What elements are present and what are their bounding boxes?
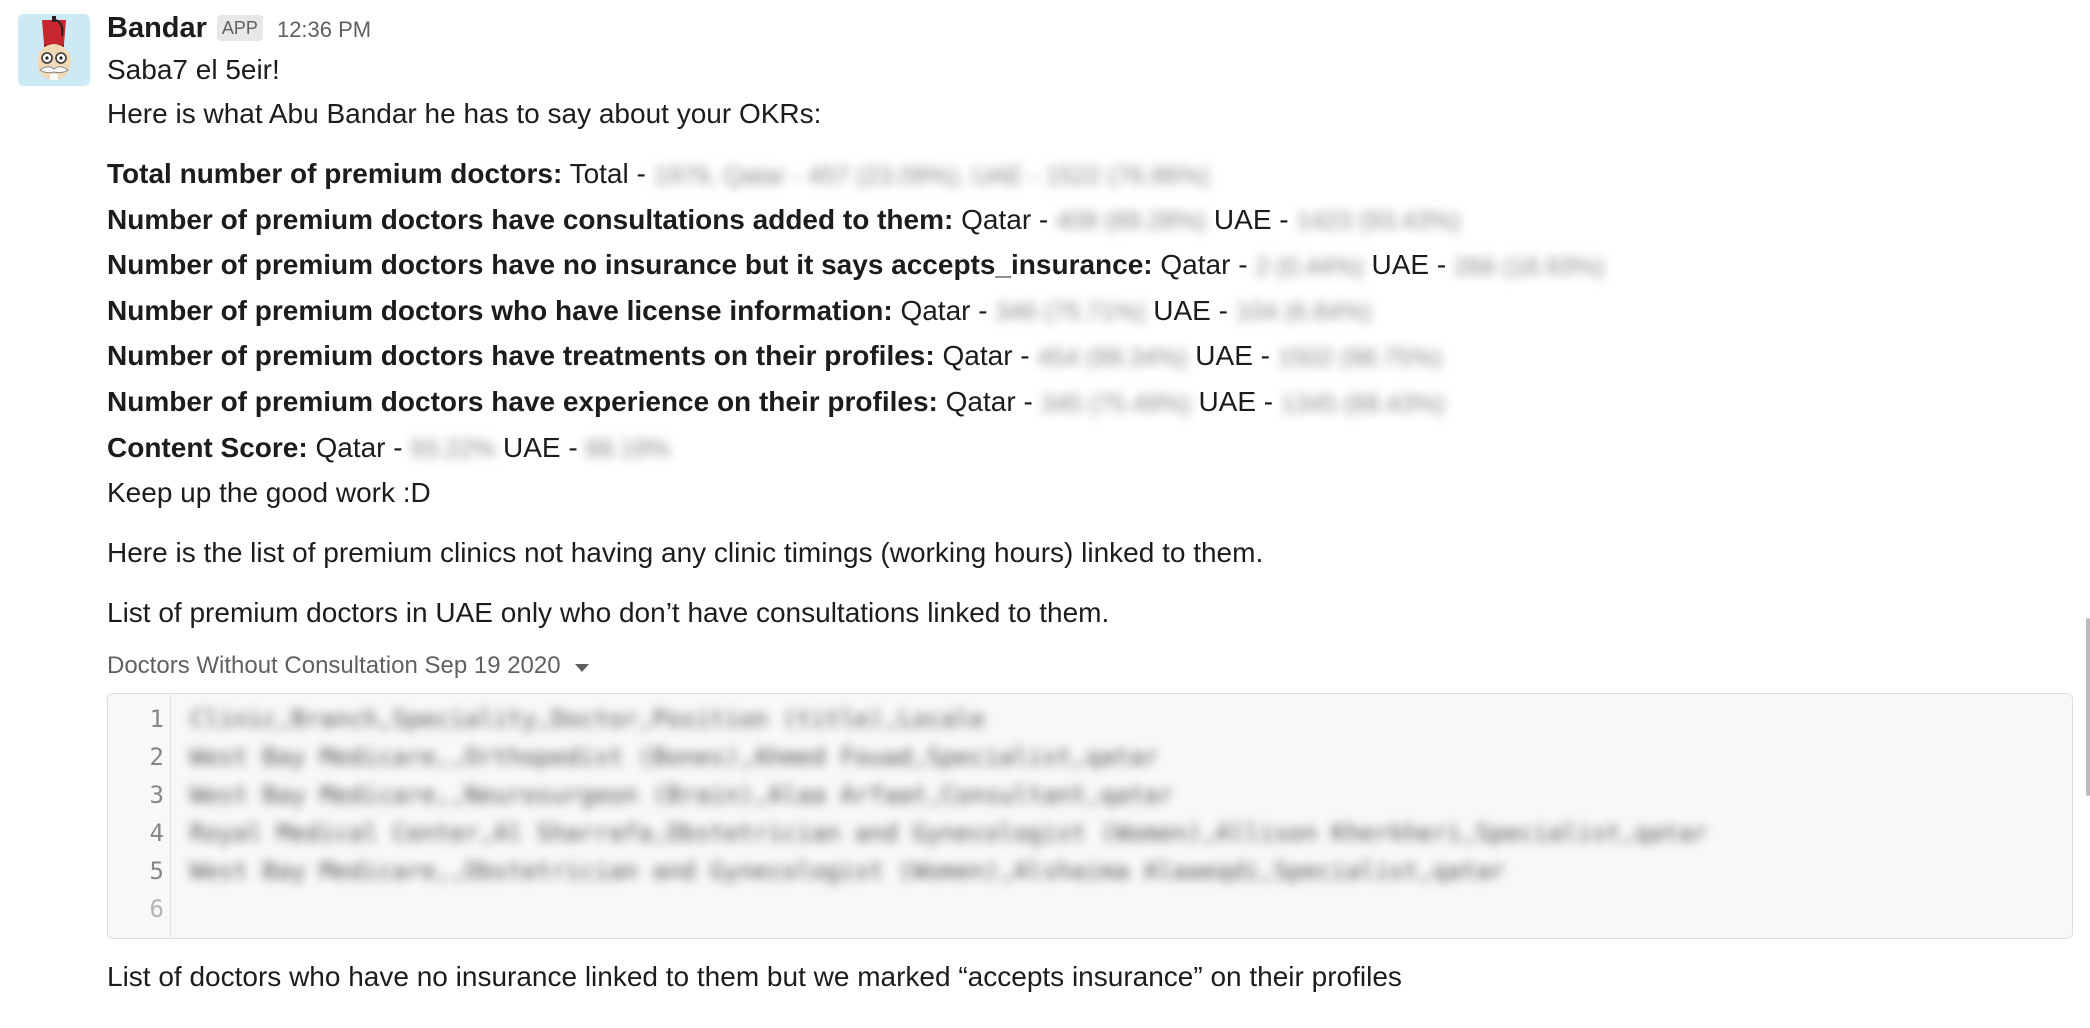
stat-label: Number of premium doctors have no insura…	[107, 249, 1153, 281]
snippet-title[interactable]: Doctors Without Consultation Sep 19 2020	[107, 649, 561, 683]
doctors-note: List of premium doctors in UAE only who …	[107, 597, 1110, 629]
stat-region-label: Qatar -	[942, 340, 1038, 372]
line-text: Royal Medical Center,Al Sharrafa,Obstetr…	[190, 819, 1708, 848]
line-text: West Bay Medicare,,Neurosurgeon (Brain),…	[190, 781, 1173, 810]
stat-label: Number of premium doctors have treatment…	[107, 340, 935, 372]
stat-label: Number of premium doctors have experienc…	[107, 386, 938, 418]
closing-text: Keep up the good work :D	[107, 477, 431, 509]
code-line: 1 Clinic,Branch,Speciality,Doctor,Positi…	[108, 700, 2072, 738]
stat-license: Number of premium doctors who have licen…	[107, 289, 2067, 335]
app-badge: APP	[216, 15, 263, 41]
sender-name[interactable]: Bandar	[107, 12, 207, 45]
code-line: 2 West Bay Medicare,,Orthopedist (Bones)…	[108, 738, 2072, 776]
message-header: Bandar APP 12:36 PM	[107, 8, 2067, 48]
stat-insurance: Number of premium doctors have no insura…	[107, 243, 2067, 289]
line-number: 1	[149, 705, 164, 734]
code-line: 5 West Bay Medicare,,Obstetrician and Gy…	[108, 852, 2072, 890]
line-text: Clinic,Branch,Speciality,Doctor,Position…	[190, 705, 985, 734]
stat-consultations: Number of premium doctors have consultat…	[107, 198, 2067, 244]
line-number: 2	[149, 743, 164, 772]
redacted-value: 1979, Qatar - 457 (23.09%), UAE - 1522 (…	[653, 161, 1210, 190]
stat-treatments: Number of premium doctors have treatment…	[107, 334, 2067, 380]
stat-label: Content Score:	[107, 431, 308, 463]
redacted-value: 1423 (93.43%)	[1296, 207, 1461, 236]
code-line: 4 Royal Medical Center,Al Sharrafa,Obste…	[108, 814, 2072, 852]
stat-experience: Number of premium doctors have experienc…	[107, 380, 2067, 426]
fez-man-icon	[18, 14, 90, 86]
line-number: 6	[149, 895, 164, 924]
scrollbar[interactable]	[2086, 618, 2090, 796]
code-line: 6	[108, 890, 2072, 928]
stat-region-label: UAE -	[1198, 386, 1281, 418]
stat-total-doctors: Total number of premium doctors: Total -…	[107, 152, 2067, 198]
code-line: 3 West Bay Medicare,,Neurosurgeon (Brain…	[108, 776, 2072, 814]
stat-region-label: UAE -	[1371, 249, 1454, 281]
stat-region-label: Qatar -	[315, 431, 411, 463]
stat-region-label: Qatar -	[945, 386, 1041, 418]
intro-text: Here is what Abu Bandar he has to say ab…	[107, 98, 822, 129]
stat-label: Total number of premium doctors:	[107, 158, 563, 189]
stat-label: Number of premium doctors who have licen…	[107, 294, 893, 326]
stat-region-label: Qatar -	[1160, 249, 1256, 281]
bot-avatar[interactable]	[18, 14, 90, 86]
redacted-value: 345 (75.49%)	[1040, 389, 1191, 418]
stat-region-label: UAE -	[1153, 294, 1236, 326]
stat-region-label: UAE -	[1195, 340, 1278, 372]
clinics-note: Here is the list of premium clinics not …	[107, 537, 1264, 569]
line-number: 5	[149, 857, 164, 886]
redacted-value: 266 (18.93%)	[1453, 252, 1605, 281]
redacted-value: 1345 (88.43%)	[1280, 389, 1445, 418]
redacted-value: 346 (75.71%)	[995, 298, 1146, 327]
redacted-value: 104 (6.84%)	[1235, 298, 1372, 327]
snippet-title-row[interactable]: Doctors Without Consultation Sep 19 2020	[107, 649, 2067, 683]
insurance-note: List of doctors who have no insurance li…	[107, 961, 1402, 993]
caret-down-icon[interactable]	[574, 664, 589, 673]
line-text: West Bay Medicare,,Orthopedist (Bones),A…	[190, 743, 1159, 772]
redacted-value: 1502 (98.75%)	[1277, 344, 1442, 373]
greeting-text: Saba7 el 5eir!	[107, 54, 280, 85]
stat-region-label: Qatar -	[961, 203, 1057, 235]
redacted-value: 88.19%	[585, 435, 671, 464]
stat-region-label: UAE -	[502, 431, 586, 463]
stat-region-label: Total -	[569, 158, 654, 189]
line-number: 3	[149, 781, 164, 810]
message-timestamp[interactable]: 12:36 PM	[277, 17, 371, 43]
line-text: West Bay Medicare,,Obstetrician and Gyne…	[190, 857, 1505, 886]
stat-region-label: UAE -	[1213, 203, 1297, 235]
redacted-value: 2 (0.44%)	[1255, 252, 1364, 281]
redacted-value: 408 (89.28%)	[1056, 207, 1207, 236]
stat-region-label: Qatar -	[900, 294, 996, 326]
message-content: Bandar APP 12:36 PM Saba7 el 5eir! Here …	[107, 8, 2073, 999]
code-snippet[interactable]: 1 Clinic,Branch,Speciality,Doctor,Positi…	[107, 693, 2073, 940]
stat-label: Number of premium doctors have consultat…	[107, 203, 954, 235]
stat-content-score: Content Score: Qatar - 93.22% UAE - 88.1…	[107, 426, 2067, 472]
line-number: 4	[149, 819, 164, 848]
redacted-value: 454 (99.34%)	[1037, 344, 1188, 373]
redacted-value: 93.22%	[410, 435, 496, 464]
message: Bandar APP 12:36 PM Saba7 el 5eir! Here …	[0, 0, 2090, 1028]
